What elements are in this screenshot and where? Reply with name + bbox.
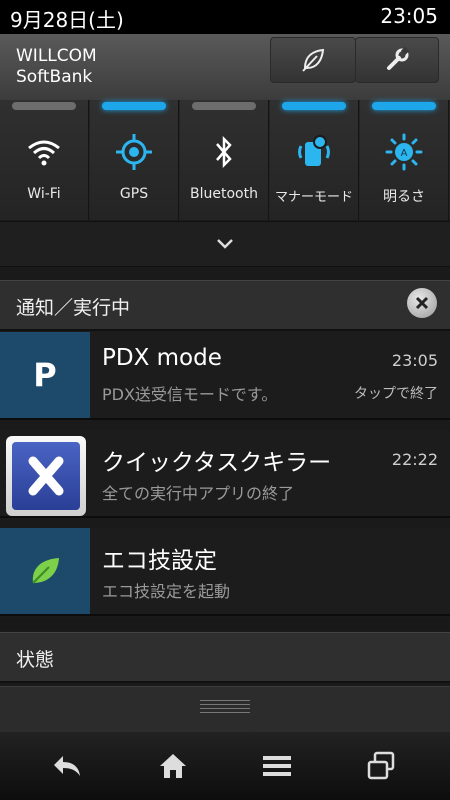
svg-text:A: A [401,148,408,159]
toggle-indicator [282,102,346,110]
toggle-indicator [12,102,76,110]
leaf-icon [302,48,325,72]
status-date: 9月28日(土) [10,8,124,32]
carrier-name-2: SoftBank [16,67,93,87]
toggle-label-bluetooth: Bluetooth [190,186,258,202]
drag-handle[interactable] [200,700,250,716]
toggle-wifi[interactable] [0,100,89,220]
quick-task-killer-icon [6,436,86,516]
gps-icon [116,134,152,170]
brightness-icon: A [385,133,423,171]
toggle-label-brightness: 明るさ [383,189,425,205]
toggle-indicator [192,102,256,110]
x-mark-icon [28,456,64,496]
carrier-name-1: WILLCOM [16,46,97,66]
expand-toggles-button[interactable] [0,221,450,267]
settings-button[interactable] [355,37,439,83]
recent-apps-button[interactable] [346,738,416,794]
back-button[interactable] [32,738,102,794]
notifications-section-title: 通知／実行中 [16,297,131,319]
notification-title: クイックタスクキラー [102,450,332,476]
manner-mode-icon [298,135,330,166]
wifi-icon [28,140,60,166]
spacer [0,618,450,630]
pdx-icon: P [0,332,90,418]
toggle-indicator [102,102,166,110]
eco-icon [0,528,90,614]
toggle-label-wifi: Wi-Fi [27,186,61,202]
notification-title: PDX mode [102,345,222,371]
status-section-header [0,632,450,683]
toggle-label-manner-mode: マナーモード [274,190,353,205]
status-time: 23:05 [380,4,438,28]
toggle-indicator [372,102,436,110]
toggle-bluetooth[interactable] [180,100,269,220]
recent-apps-icon [367,751,395,780]
wrench-icon [387,46,410,70]
close-icon [415,296,429,310]
bluetooth-icon [216,135,232,169]
back-icon [54,756,80,776]
notification-text: PDX送受信モードです。 [102,385,278,404]
home-icon [160,754,186,778]
toggle-gps[interactable] [90,100,179,220]
home-button[interactable] [138,738,208,794]
toggle-label-gps: GPS [119,186,149,202]
notification-text: エコ技設定を起動 [102,582,231,601]
status-section-title: 状態 [16,649,55,671]
chevron-down-icon [217,239,233,249]
menu-button[interactable] [242,738,312,794]
notification-text: 全ての実行中アプリの終了 [102,484,295,503]
notification-time: 23:05 [391,351,438,370]
notification-title: エコ技設定 [102,548,217,574]
menu-icon [263,756,291,776]
pdx-icon-letter: P [33,356,57,394]
clear-notifications-button[interactable] [407,288,437,318]
eco-button[interactable] [270,37,356,83]
leaf-icon [32,558,59,584]
notification-action: タップで終了 [354,386,438,402]
notification-time: 22:22 [391,450,438,469]
